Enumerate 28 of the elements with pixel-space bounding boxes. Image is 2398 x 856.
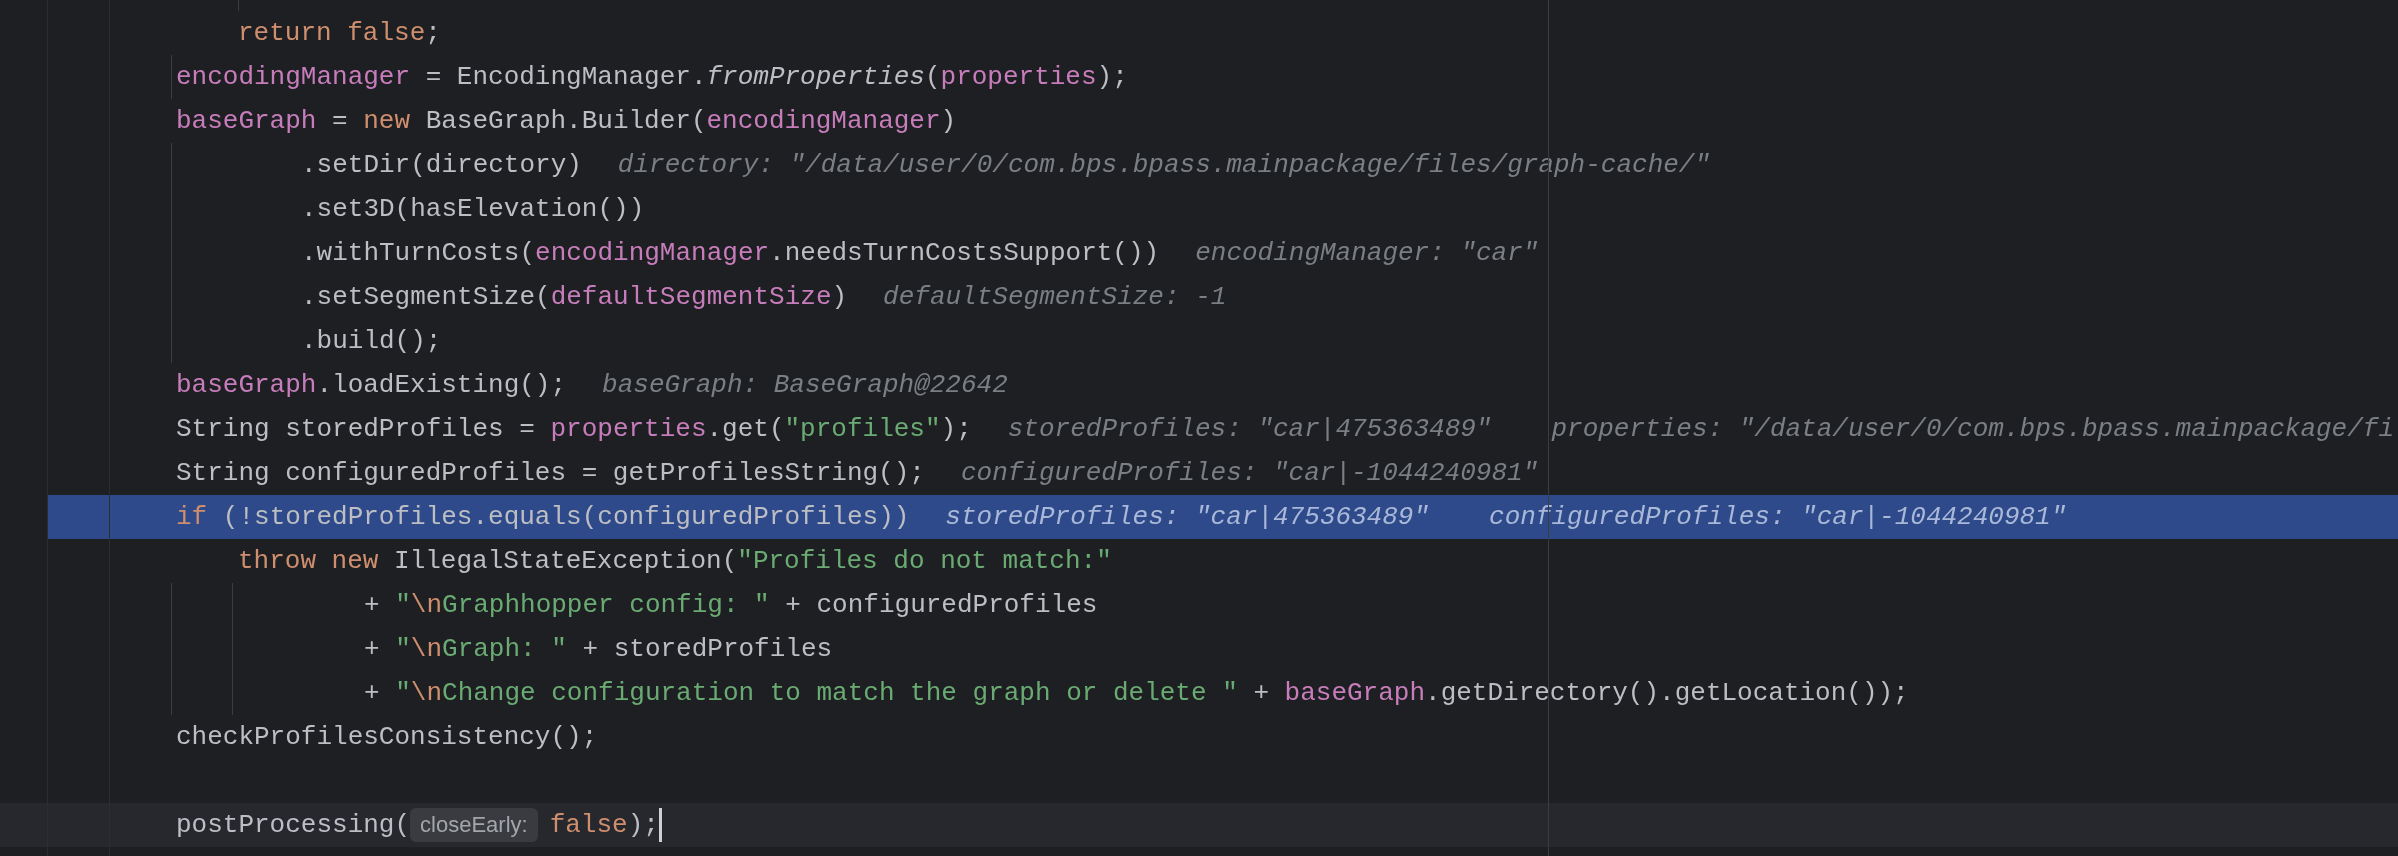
code-line: .build(); bbox=[300, 324, 442, 358]
text-caret bbox=[658, 808, 662, 842]
code-line: + "\nChange configuration to match the graph or delete " + baseGraph.getDirectory().getLocation()); bbox=[363, 676, 1909, 710]
code-line: + "\nGraphhopper config: " + configuredProfiles bbox=[363, 588, 1098, 622]
inline-value-hint: configuredProfiles: "car|-1044240981" bbox=[960, 456, 1539, 490]
code-line: .set3D(hasElevation()) bbox=[300, 192, 645, 226]
parameter-name-hint: closeEarly: bbox=[410, 808, 538, 842]
code-line: if (!storedProfiles.equals(configuredProfiles)) bbox=[175, 500, 910, 534]
code-line: throw new IllegalStateException("Profiles do not match:" bbox=[237, 544, 1112, 578]
code-line: .withTurnCosts(encodingManager.needsTurnCostsSupport()) bbox=[300, 236, 1160, 270]
code-line: String storedProfiles = properties.get("profiles"); bbox=[175, 412, 972, 446]
code-line: postProcessing( closeEarly: false); bbox=[175, 807, 659, 844]
inline-value-hint: storedProfiles: "car|475363489" bbox=[945, 500, 1430, 534]
inline-value-hint: storedProfiles: "car|475363489" bbox=[1007, 412, 1492, 446]
code-line: return false; bbox=[237, 16, 441, 50]
code-line: String configuredProfiles = getProfilesString(); bbox=[175, 456, 925, 490]
code-line: baseGraph.loadExisting(); bbox=[175, 368, 567, 402]
code-line: encodingManager = EncodingManager.fromProperties(properties); bbox=[175, 60, 1128, 94]
code-line: + "\nGraph: " + storedProfiles bbox=[363, 632, 833, 666]
inline-value-hint: properties: "/data/user/0/com.bps.bpass.mainpackage/fi bbox=[1551, 412, 2394, 446]
inline-value-hint: encodingManager: "car" bbox=[1195, 236, 1539, 270]
code-line: baseGraph = new BaseGraph.Builder(encodingManager) bbox=[175, 104, 957, 138]
code-line: .setSegmentSize(defaultSegmentSize) bbox=[300, 280, 848, 314]
code-line: checkProfilesConsistency(); bbox=[175, 720, 598, 754]
inline-value-hint: baseGraph: BaseGraph@22642 bbox=[602, 368, 1008, 402]
code-line: .setDir(directory) bbox=[300, 148, 582, 182]
inline-value-hint: directory: "/data/user/0/com.bps.bpass.mainpackage/files/graph-cache/" bbox=[617, 148, 1711, 182]
inline-value-hint: defaultSegmentSize: -1 bbox=[883, 280, 1227, 314]
